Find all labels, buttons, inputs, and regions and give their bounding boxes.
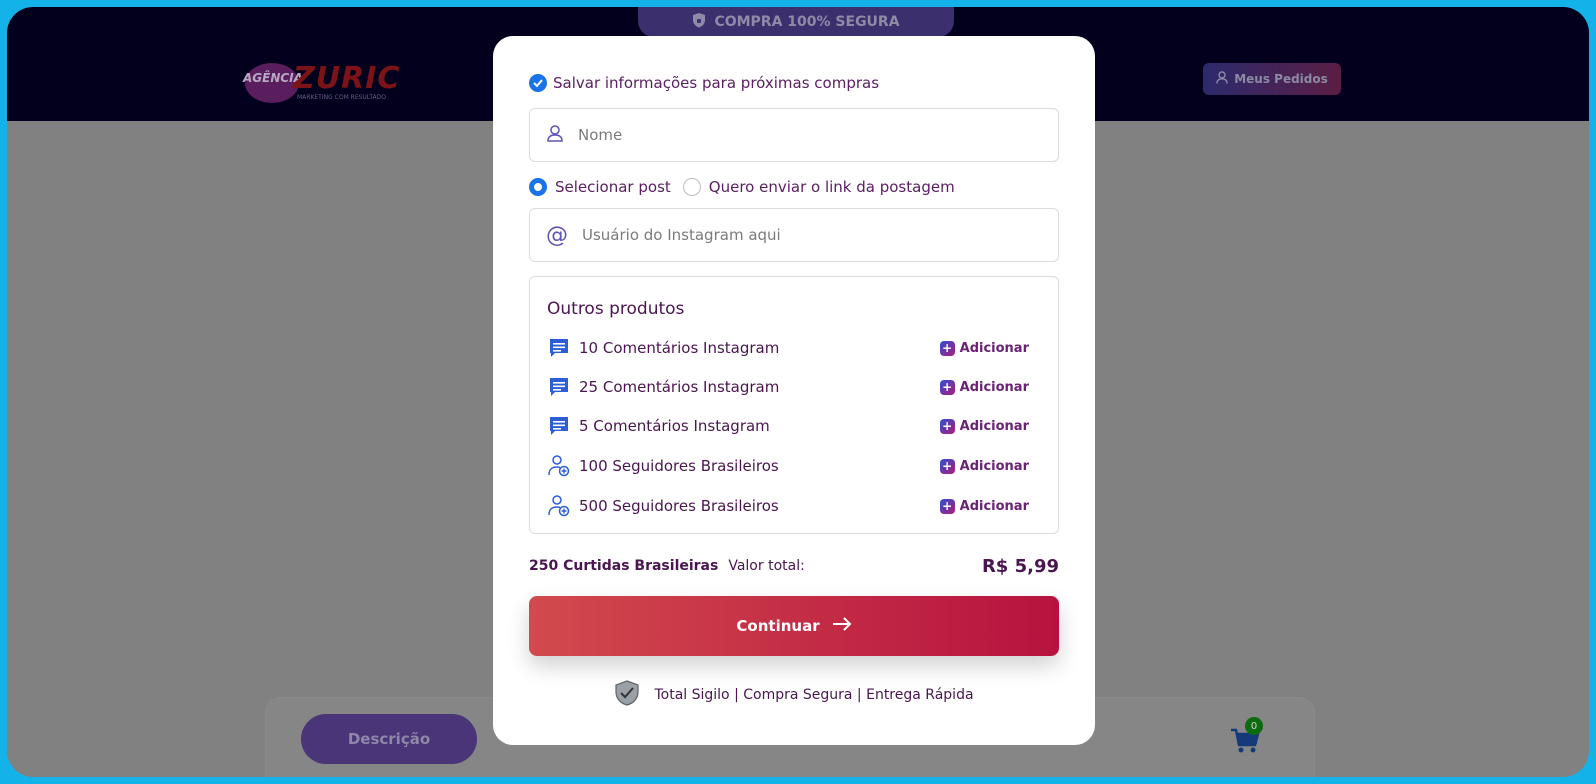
add-product-button[interactable]: + Adicionar <box>939 458 1029 474</box>
secure-badge-text: COMPRA 100% SEGURA <box>714 14 900 30</box>
plus-icon: + <box>939 379 955 395</box>
instagram-user-field: @ <box>529 208 1059 262</box>
logo-tagline: MARKETING COM RESULTADO <box>297 94 386 101</box>
add-label: Adicionar <box>959 458 1029 474</box>
total-value: R$ 5,99 <box>981 555 1059 577</box>
secure-purchase-badge: COMPRA 100% SEGURA <box>638 7 954 37</box>
product-name: 5 Comentários Instagram <box>579 417 770 435</box>
add-label: Adicionar <box>959 379 1029 395</box>
save-info-label: Salvar informações para próximas compras <box>553 74 880 92</box>
shield-icon <box>692 12 706 32</box>
shield-check-icon <box>614 680 640 710</box>
list-item: 5 Comentários Instagram + Adicionar <box>547 413 1043 439</box>
continue-label: Continuar <box>736 617 820 635</box>
add-label: Adicionar <box>959 418 1029 434</box>
tab-description-label: Descrição <box>347 730 431 748</box>
other-products-title: Outros produtos <box>547 299 685 319</box>
plus-icon: + <box>939 418 955 434</box>
add-user-icon <box>547 494 571 518</box>
logo-line2: ZURIC <box>293 61 401 96</box>
user-icon <box>546 124 564 146</box>
list-item: 10 Comentários Instagram + Adicionar <box>547 335 1043 361</box>
my-orders-button[interactable]: Meus Pedidos <box>1203 63 1341 95</box>
comment-icon <box>547 414 571 438</box>
other-products-panel: Outros produtos 10 Comentários Instagram… <box>529 276 1059 534</box>
logo[interactable]: AGÊNCIA ZURIC MARKETING COM RESULTADO <box>243 59 415 103</box>
checkmark-icon <box>529 74 547 92</box>
add-label: Adicionar <box>959 498 1029 514</box>
user-icon <box>1216 71 1228 87</box>
instagram-user-input[interactable] <box>582 226 1022 244</box>
my-orders-label: Meus Pedidos <box>1234 72 1328 86</box>
add-product-button[interactable]: + Adicionar <box>939 418 1029 434</box>
arrow-right-icon <box>832 616 852 636</box>
order-summary: 250 Curtidas Brasileiras Valor total: R$… <box>529 554 1059 578</box>
post-mode-radio-group: Selecionar post Quero enviar o link da p… <box>529 178 955 196</box>
select-post-label[interactable]: Selecionar post <box>555 178 671 196</box>
plus-icon: + <box>939 458 955 474</box>
save-info-checkbox[interactable]: Salvar informações para próximas compras <box>529 74 879 92</box>
list-item: 500 Seguidores Brasileiros + Adicionar <box>547 493 1043 519</box>
checkout-modal: Salvar informações para próximas compras… <box>493 36 1095 745</box>
product-name: 10 Comentários Instagram <box>579 339 780 357</box>
radio-send-link[interactable] <box>682 178 701 196</box>
summary-product: 250 Curtidas Brasileiras <box>529 558 719 574</box>
trust-footer: Total Sigilo | Compra Segura | Entrega R… <box>493 680 1095 710</box>
product-name: 25 Comentários Instagram <box>579 378 780 396</box>
list-item: 25 Comentários Instagram + Adicionar <box>547 374 1043 400</box>
add-product-button[interactable]: + Adicionar <box>939 498 1029 514</box>
list-item: 100 Seguidores Brasileiros + Adicionar <box>547 453 1043 479</box>
comment-icon <box>547 336 571 360</box>
add-user-icon <box>547 454 571 478</box>
cart-count-badge: 0 <box>1245 717 1263 735</box>
plus-icon: + <box>939 498 955 514</box>
at-sign-icon: @ <box>546 222 568 248</box>
radio-select-post[interactable] <box>529 178 547 196</box>
trust-text: Total Sigilo | Compra Segura | Entrega R… <box>654 687 974 703</box>
add-label: Adicionar <box>959 340 1029 356</box>
tab-description[interactable]: Descrição <box>301 714 477 764</box>
name-input[interactable] <box>578 126 1018 144</box>
continue-button[interactable]: Continuar <box>529 596 1059 656</box>
plus-icon: + <box>939 340 955 356</box>
total-label: Valor total: <box>728 558 805 574</box>
product-name: 500 Seguidores Brasileiros <box>579 497 779 515</box>
product-name: 100 Seguidores Brasileiros <box>579 457 779 475</box>
name-field <box>529 108 1059 162</box>
add-product-button[interactable]: + Adicionar <box>939 340 1029 356</box>
add-product-button[interactable]: + Adicionar <box>939 379 1029 395</box>
comment-icon <box>547 375 571 399</box>
send-link-label[interactable]: Quero enviar o link da postagem <box>709 178 955 196</box>
